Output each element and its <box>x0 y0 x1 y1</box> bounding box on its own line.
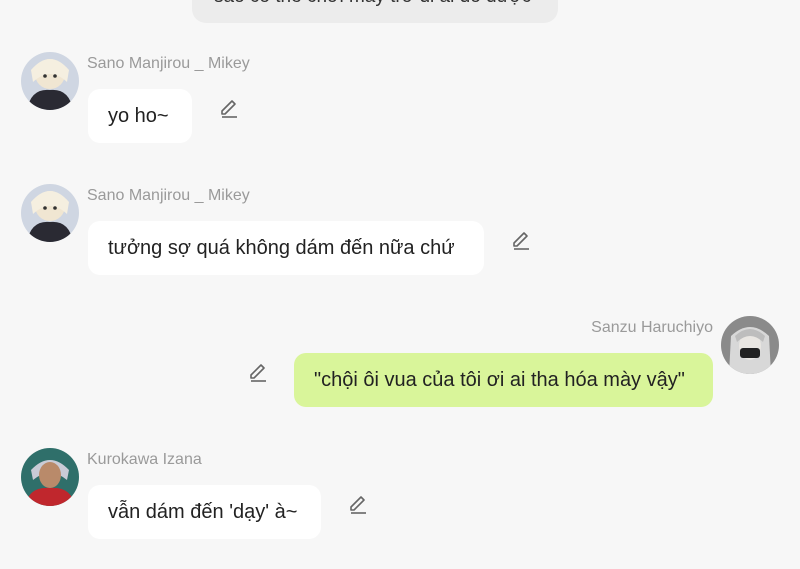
avatar-mikey[interactable] <box>21 184 79 242</box>
message-bubble[interactable]: tưởng sợ quá không dám đến nữa chứ <box>88 221 484 275</box>
pencil-edit-icon[interactable] <box>218 98 240 120</box>
message-bubble[interactable]: vẫn dám đến 'dạy' à~ <box>88 485 321 539</box>
sender-name: Sano Manjirou _ Mikey <box>87 55 250 72</box>
pencil-edit-icon[interactable] <box>510 230 532 252</box>
avatar-sanzu[interactable] <box>721 316 779 374</box>
avatar-mikey[interactable] <box>21 52 79 110</box>
message-bubble-outgoing[interactable]: "chội ôi vua của tôi ơi ai tha hóa mày v… <box>294 353 713 407</box>
message-bubble[interactable]: yo ho~ <box>88 89 192 143</box>
sender-name: Sanzu Haruchiyo <box>591 319 713 336</box>
pencil-edit-icon[interactable] <box>247 362 269 384</box>
message-bubble-top[interactable]: sao có thể chơi mày trở đi ai đó được <box>192 0 558 23</box>
message-text: vẫn dám đến 'dạy' à~ <box>108 500 298 523</box>
sender-name: Kurokawa Izana <box>87 451 202 468</box>
message-text: yo ho~ <box>108 104 169 127</box>
pencil-edit-icon[interactable] <box>347 494 369 516</box>
sender-name: Sano Manjirou _ Mikey <box>87 187 250 204</box>
message-text: sao có thể chơi mày trở đi ai đó được <box>214 0 531 8</box>
avatar-izana[interactable] <box>21 448 79 506</box>
message-text: tưởng sợ quá không dám đến nữa chứ <box>108 236 455 259</box>
message-text: "chội ôi vua của tôi ơi ai tha hóa mày v… <box>314 368 685 391</box>
